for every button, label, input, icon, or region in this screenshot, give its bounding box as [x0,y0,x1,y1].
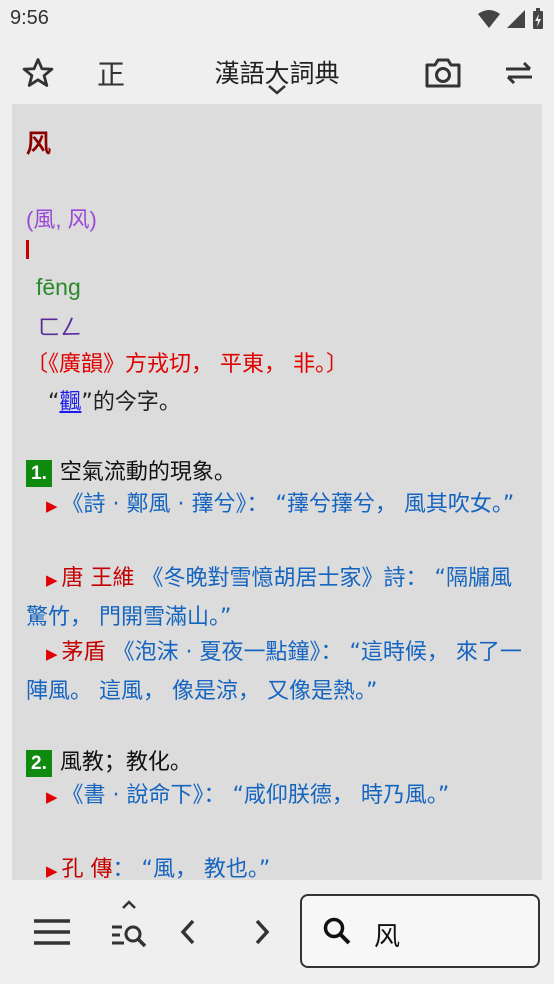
orthography-toggle-button[interactable]: 正 [86,44,136,102]
pinyin: fēng [36,274,81,300]
headword: 风 [26,129,52,158]
battery-icon [533,8,543,29]
search-query: 风 [374,922,401,952]
status-bar: 9:56 [0,0,554,40]
chevron-left-icon [180,919,195,945]
chevron-down-icon [268,85,286,95]
hamburger-menu-icon [34,919,70,945]
camera-button[interactable] [418,44,468,102]
quote: ▶ 唐 王維 《冬晚對雪憶胡居士家》詩： “隔牖風驚竹， 門開雪滿山。” [26,560,531,636]
triangle-bullet-icon: ▶ [46,788,58,806]
signal-icon [507,10,525,28]
quote: ▶ 茅盾 《泡沫 · 夏夜一點鐘》： “這時候， 來了一陣風。 這風， 像是涼， … [26,634,531,710]
zhuyin: ㄈㄥ [38,316,83,341]
wifi-icon [478,10,500,28]
toolbar: 正 漢語大詞典 [0,44,554,102]
sense-number-badge: 1. [26,459,52,487]
swap-arrows-icon [506,61,532,85]
chevron-right-icon [255,919,270,945]
etymology-note: “飌”的今字。 [48,384,181,416]
note-prefix: “ [48,390,60,415]
sense-definition: 空氣流動的現象。 [59,460,236,485]
quote-author: 孔 傳 [61,857,113,880]
pronunciation-marker [26,240,29,259]
status-time: 9:56 [10,7,49,29]
next-button[interactable] [242,908,282,956]
favorite-button[interactable] [14,44,62,102]
quote-author: 茅盾 [61,640,106,665]
triangle-bullet-icon: ▶ [46,862,58,880]
search-history-button[interactable] [102,892,154,962]
bottom-bar: 风 [0,880,554,984]
sense-2: 2. 風教；教化。 [26,744,192,777]
menu-button[interactable] [26,908,78,956]
search-icon [323,917,351,945]
camera-icon [425,58,461,88]
variant-forms: (風, 风) [26,207,97,232]
triangle-bullet-icon: ▶ [46,571,58,589]
swap-button[interactable] [494,44,544,102]
cross-reference-link[interactable]: 飌 [59,390,81,415]
quote-text: ： “風， 教也。” [112,857,271,880]
triangle-bullet-icon: ▶ [46,645,58,663]
previous-button[interactable] [168,908,208,956]
note-suffix: ”的今字。 [81,390,181,415]
triangle-bullet-icon: ▶ [46,497,58,515]
search-list-icon [112,900,147,948]
quote-text: 《詩 · 鄭風 · 蘀兮》： “蘀兮蘀兮， 風其吹女。” [61,492,515,517]
rhyme-source: 〔《廣韻》方戎切， 平東， 非。〕 [26,352,348,377]
star-icon [22,58,54,87]
quote: ▶ 孔 傳： “風， 教也。” [26,851,531,880]
sense-definition: 風教；教化。 [59,750,192,775]
quote-text: 《書 · 說命下》： “咸仰朕德， 時乃風。” [61,783,450,808]
quote-author: 唐 王維 [61,566,135,591]
sense-number-badge: 2. [26,749,52,777]
status-icons [478,8,544,30]
quote: ▶ 《詩 · 鄭風 · 蘀兮》： “蘀兮蘀兮， 風其吹女。” [26,486,531,525]
search-input[interactable]: 风 [300,894,540,968]
sense-1: 1. 空氣流動的現象。 [26,454,236,487]
quote: ▶ 《書 · 說命下》： “咸仰朕德， 時乃風。” [26,777,531,816]
entry-content[interactable]: 风 (風, 风) fēng ㄈㄥ 〔《廣韻》方戎切， 平東， 非。〕 “飌”的今… [12,104,542,880]
